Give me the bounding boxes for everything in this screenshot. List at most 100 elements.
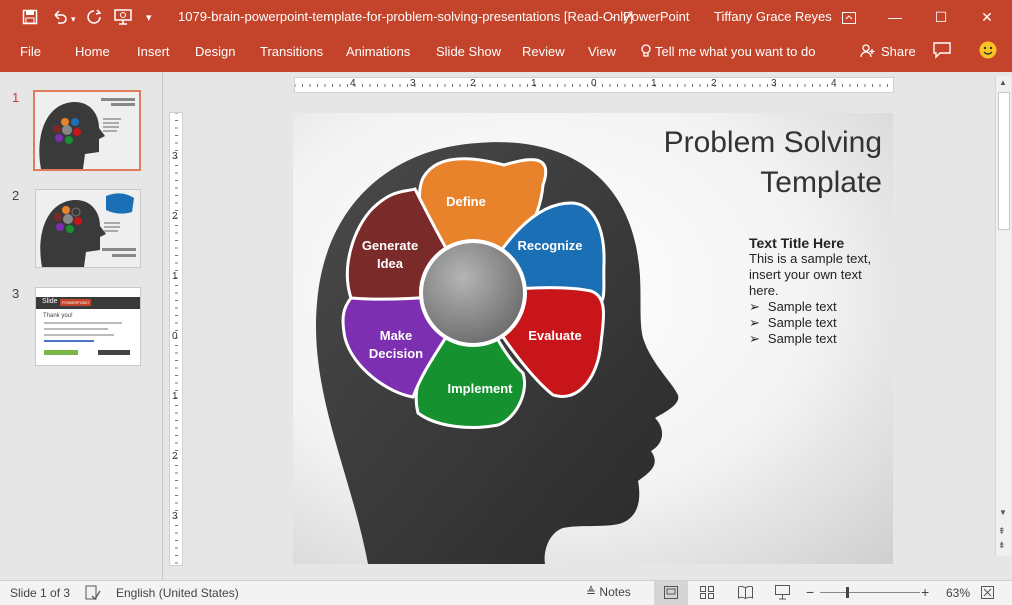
slide-3-text-line xyxy=(44,328,108,330)
zoom-level[interactable]: 63% xyxy=(946,586,970,600)
normal-view-button[interactable] xyxy=(654,581,688,605)
ribbon-tabs: File Home Insert Design Transitions Anim… xyxy=(0,34,1012,72)
minimize-icon: — xyxy=(888,9,902,25)
spelling-check-icon[interactable] xyxy=(85,585,101,600)
bullet-item: ➢ Sample text xyxy=(749,299,837,314)
slide-thumbnail-2[interactable] xyxy=(35,189,141,268)
share-person-icon xyxy=(860,44,875,58)
maximize-button[interactable]: ☐ xyxy=(918,0,964,34)
bullet-item: ➢ Sample text xyxy=(749,315,837,330)
horizontal-ruler: 4 3 2 1 0 1 2 3 4 xyxy=(294,77,894,93)
lightbulb-icon xyxy=(641,44,651,57)
arrow-bullet-icon: ➢ xyxy=(749,315,760,330)
document-title: 1079-brain-powerpoint-template-for-probl… xyxy=(178,9,634,24)
scroll-down-icon[interactable]: ▼ xyxy=(999,508,1007,517)
tab-slide-show[interactable]: Slide Show xyxy=(436,44,501,59)
slide-thumbnail-3[interactable]: Slide POWERPOINT Thank you! xyxy=(35,287,141,366)
fit-slide-icon[interactable] xyxy=(981,586,994,599)
language-indicator[interactable]: English (United States) xyxy=(116,586,239,600)
slide-3-header: Slide xyxy=(42,298,58,305)
ribbon-display-options-button[interactable] xyxy=(826,0,872,34)
slide-3-dark-button xyxy=(98,350,130,355)
save-icon[interactable] xyxy=(22,9,38,25)
ruler-label: 3 xyxy=(172,151,178,162)
previous-slide-icon[interactable]: ⇞ xyxy=(998,526,1006,537)
center-hub xyxy=(419,239,527,347)
zoom-slider-thumb[interactable] xyxy=(846,587,849,598)
zoom-out-icon[interactable]: − xyxy=(806,584,814,600)
slide-number: 3 xyxy=(12,286,20,301)
ruler-label: 3 xyxy=(410,78,416,89)
slide-number: 2 xyxy=(12,188,20,203)
slide-3-link-line xyxy=(44,340,94,342)
tab-transitions[interactable]: Transitions xyxy=(260,44,323,59)
ruler-label: 2 xyxy=(711,78,717,89)
slide-3-header-bar: Slide POWERPOINT xyxy=(36,297,140,309)
petal-label-make: Make xyxy=(380,328,413,343)
zoom-slider-track[interactable] xyxy=(820,592,920,593)
slide-show-icon[interactable] xyxy=(775,585,790,600)
tell-me-search[interactable]: Tell me what you want to do xyxy=(641,44,815,59)
tab-design[interactable]: Design xyxy=(195,44,235,59)
slide-1-preview xyxy=(35,92,139,169)
slide-2-preview xyxy=(36,190,140,267)
ruler-label: 4 xyxy=(350,78,356,89)
ruler-label: 2 xyxy=(172,451,178,462)
customize-toolbar-icon[interactable]: ▾ xyxy=(146,9,152,27)
undo-dropdown-icon[interactable]: ▾ xyxy=(71,10,76,28)
slide-3-text-line xyxy=(44,322,122,324)
slide-thumbnail-1[interactable] xyxy=(33,90,141,171)
normal-view-icon xyxy=(664,586,678,599)
user-name[interactable]: Tiffany Grace Reyes xyxy=(714,9,832,24)
slide-3-badge: POWERPOINT xyxy=(60,299,92,306)
ruler-label: 2 xyxy=(172,211,178,222)
comments-icon[interactable] xyxy=(932,41,952,59)
share-button[interactable]: Share xyxy=(860,44,916,59)
ruler-label: 0 xyxy=(172,331,178,342)
petal-label-generate: Generate xyxy=(362,238,418,253)
zoom-in-icon[interactable]: + xyxy=(921,584,929,600)
slide-sorter-icon[interactable] xyxy=(700,586,714,599)
ruler-label: 3 xyxy=(172,511,178,522)
body-text: This is a sample text, insert your own t… xyxy=(749,251,872,298)
status-bar: Slide 1 of 3 English (United States) ≜ N… xyxy=(0,580,1012,605)
ruler-label: 0 xyxy=(591,78,597,89)
slide-3-green-button xyxy=(44,350,78,355)
close-button[interactable]: ✕ xyxy=(964,0,1010,34)
slide-text-block[interactable]: Text Title Here This is a sample text, i… xyxy=(749,235,889,347)
smiley-feedback-icon[interactable] xyxy=(979,41,997,59)
ruler-label: 2 xyxy=(470,78,476,89)
next-slide-icon[interactable]: ⇟ xyxy=(998,540,1006,551)
present-from-start-icon[interactable] xyxy=(114,9,132,25)
arrow-bullet-icon: ➢ xyxy=(749,299,760,314)
vertical-scrollbar[interactable]: ▲ ▼ ⇞ ⇟ xyxy=(995,76,1011,556)
tab-home[interactable]: Home xyxy=(75,44,110,59)
redo-icon[interactable] xyxy=(86,9,102,25)
app-name: PowerPoint xyxy=(623,9,690,24)
notes-icon: ≜ xyxy=(586,585,597,599)
slide-number: 1 xyxy=(12,90,20,105)
ruler-label: 1 xyxy=(651,78,657,89)
slide-canvas[interactable]: Define Recognize Evaluate Implement Make… xyxy=(293,113,893,564)
undo-icon[interactable] xyxy=(52,9,68,25)
petal-label-evaluate: Evaluate xyxy=(528,328,581,343)
ruler-label: 1 xyxy=(172,391,178,402)
slide-3-thanks: Thank you! xyxy=(43,313,73,319)
minimize-button[interactable]: — xyxy=(872,0,918,34)
ribbon-display-icon xyxy=(842,12,856,25)
tab-animations[interactable]: Animations xyxy=(346,44,410,59)
tab-file[interactable]: File xyxy=(20,44,41,59)
tab-view[interactable]: View xyxy=(588,44,616,59)
reading-view-icon[interactable] xyxy=(738,586,753,599)
scroll-thumb[interactable] xyxy=(998,92,1010,230)
bullet-item: ➢ Sample text xyxy=(749,331,837,346)
notes-button[interactable]: ≜ Notes xyxy=(586,585,631,599)
tab-insert[interactable]: Insert xyxy=(137,44,170,59)
slide-title[interactable]: Problem Solving Template xyxy=(664,123,882,203)
ruler-label: 3 xyxy=(771,78,777,89)
tab-review[interactable]: Review xyxy=(522,44,565,59)
scroll-up-icon[interactable]: ▲ xyxy=(999,78,1007,87)
slide-counter: Slide 1 of 3 xyxy=(10,586,71,600)
title-bar: ▾ ▾ 1079-brain-powerpoint-template-for-p… xyxy=(0,0,1012,34)
vertical-ruler: 3 2 1 0 1 2 3 xyxy=(169,112,183,566)
